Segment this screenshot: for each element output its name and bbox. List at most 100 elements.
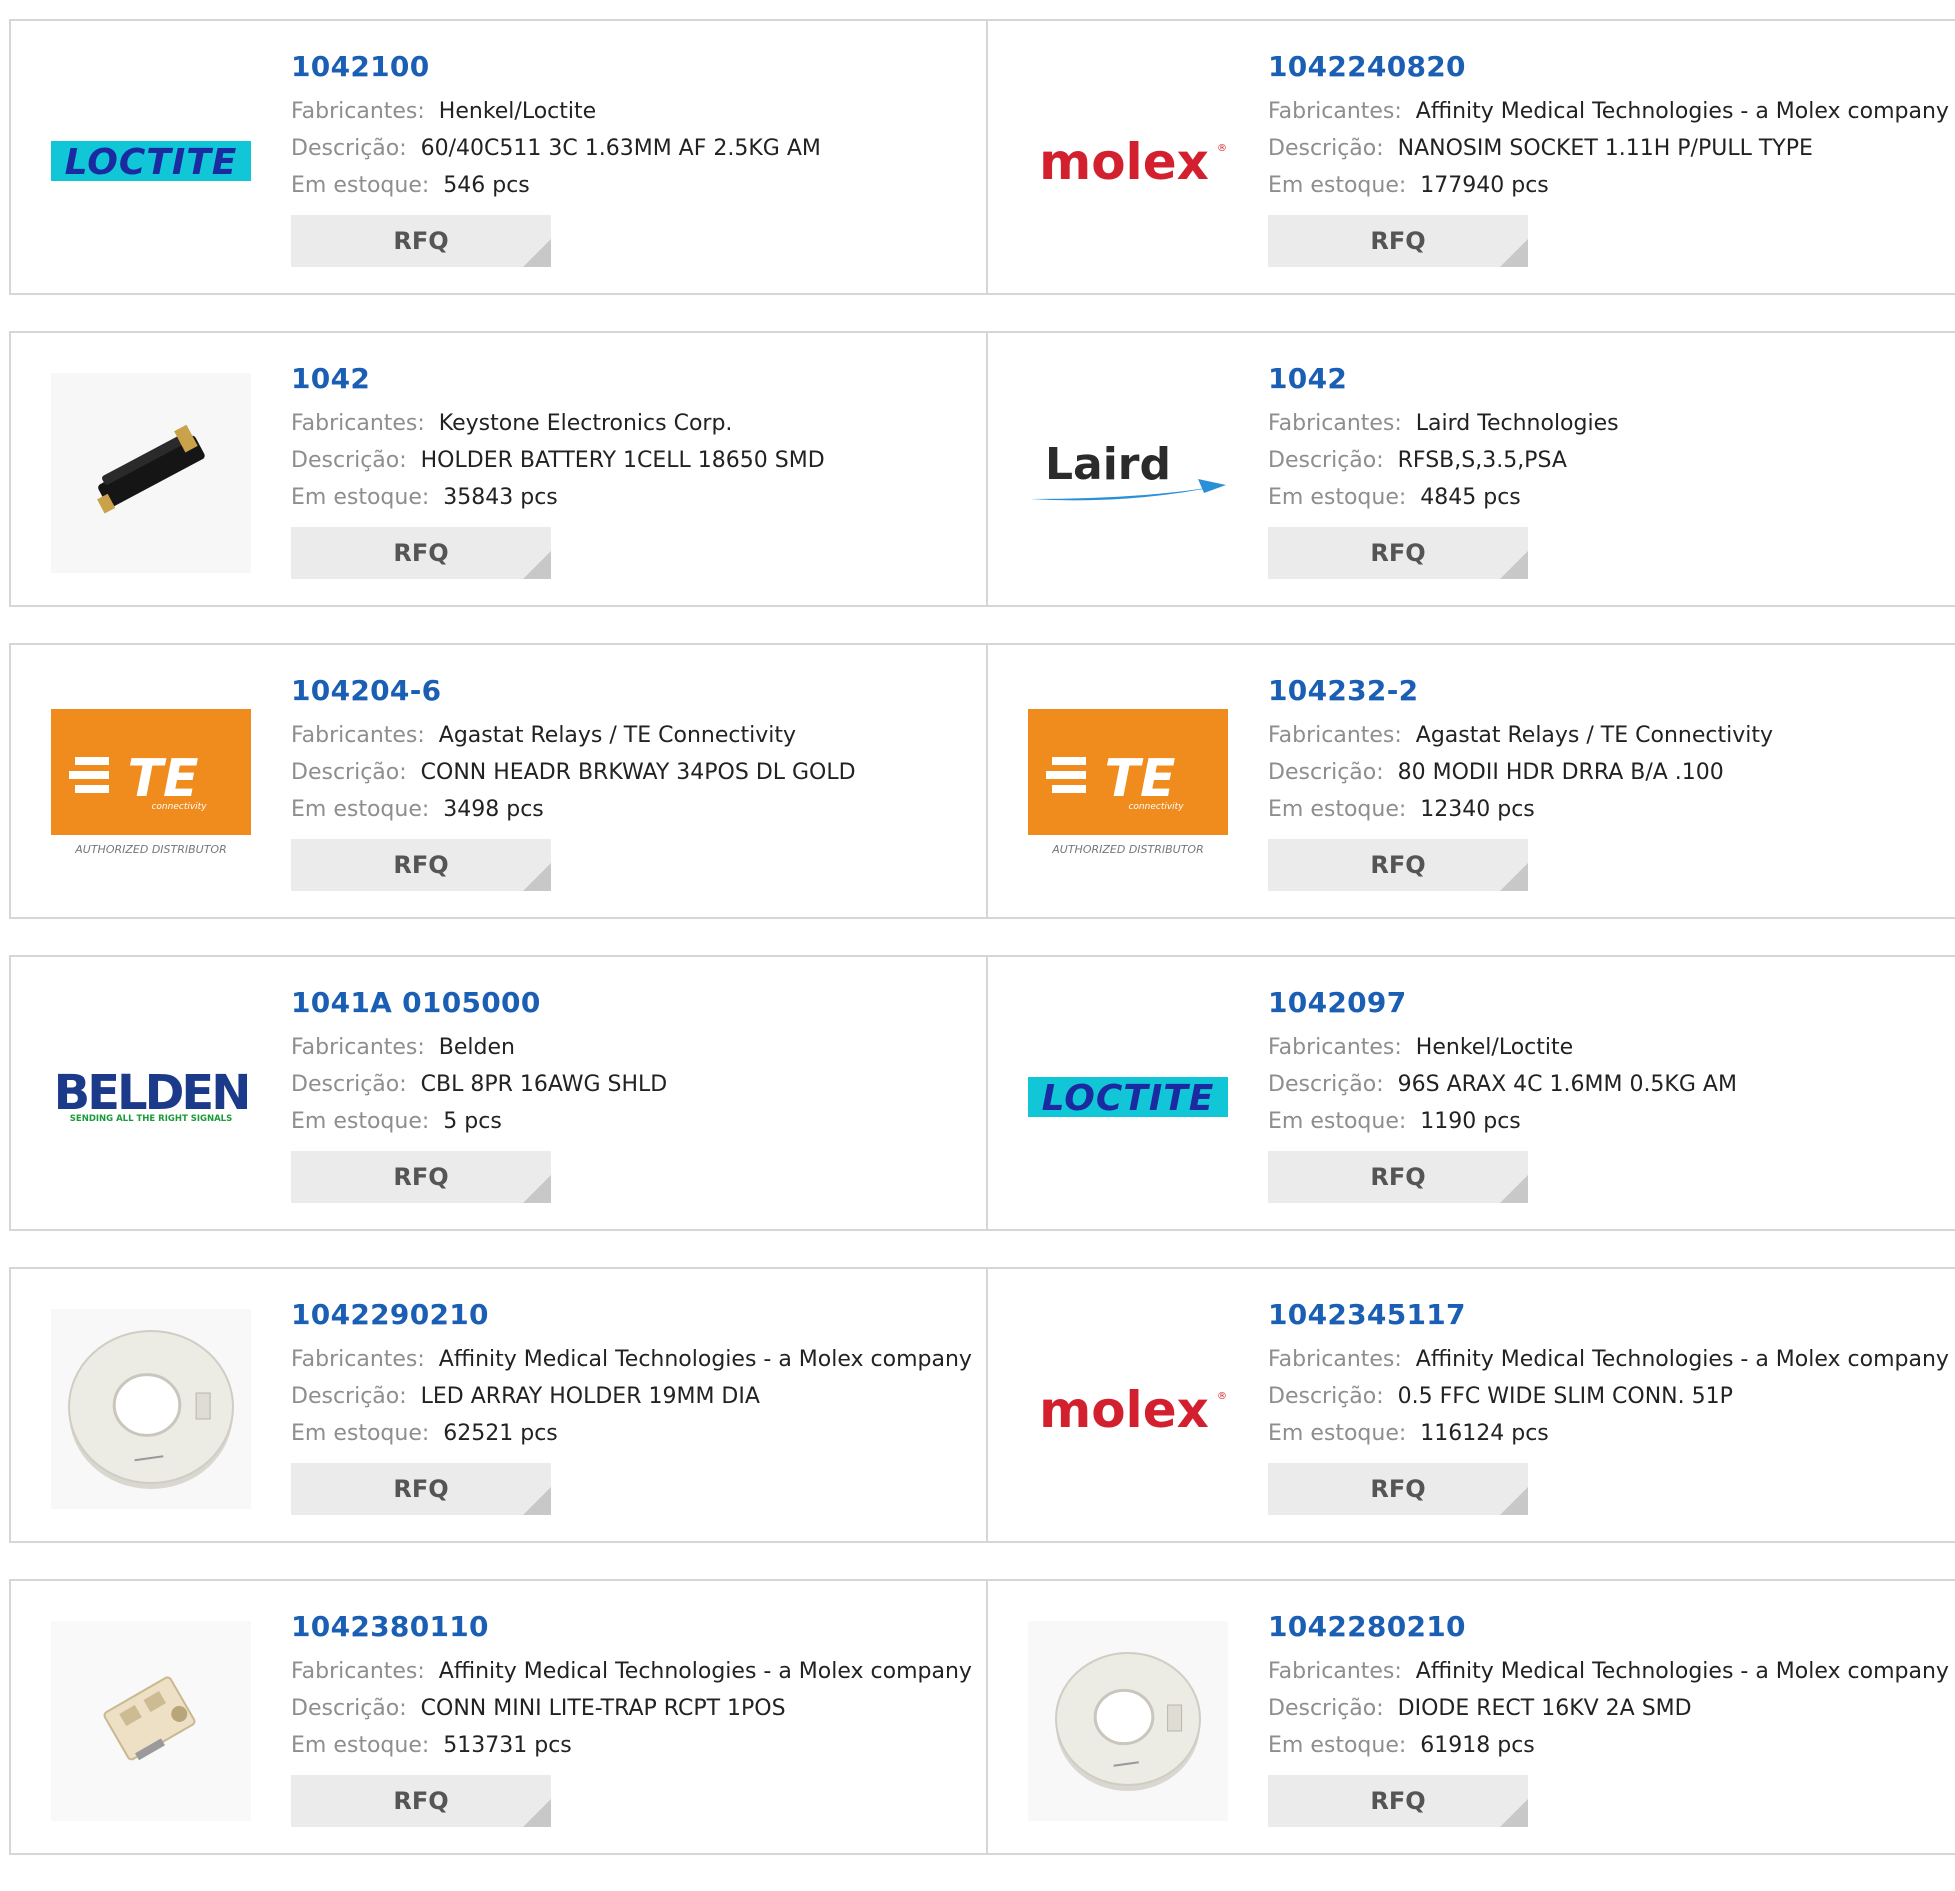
product-image[interactable]: BELDEN SENDING ALL THE RIGHT SIGNALS: [51, 997, 251, 1197]
stock-label: Em estoque:: [291, 1109, 430, 1134]
rfq-button[interactable]: RFQ: [1268, 1151, 1528, 1203]
manufacturer-line: Fabricantes: Henkel/Loctite: [291, 93, 976, 130]
product-image[interactable]: TE connectivity AUTHORIZED DISTRIBUTOR: [1028, 685, 1228, 885]
corner-fold-icon: [523, 551, 551, 579]
manufacturer-value: Affinity Medical Technologies - a Molex …: [1415, 99, 1949, 124]
manufacturer-value: Agastat Relays / TE Connectivity: [1415, 723, 1773, 748]
rfq-label: RFQ: [393, 851, 449, 879]
part-number-link[interactable]: 1042097: [1268, 985, 1945, 1029]
stock-value: 62521 pcs: [443, 1421, 558, 1446]
product-row: 1042290210 Fabricantes: Affinity Medical …: [9, 1267, 1955, 1543]
rfq-label: RFQ: [393, 1475, 449, 1503]
rfq-label: RFQ: [1370, 851, 1426, 879]
stock-label: Em estoque:: [291, 173, 430, 198]
part-number-link[interactable]: 1042100: [291, 49, 976, 93]
part-number-link[interactable]: 1042280210: [1268, 1609, 1945, 1653]
product-image[interactable]: Laird: [1028, 373, 1228, 573]
rfq-button[interactable]: RFQ: [1268, 215, 1528, 267]
product-info: 1042 Fabricantes: Laird Technologies Desc…: [1268, 361, 1945, 579]
description-value: 0.5 FFC WIDE SLIM CONN. 51P: [1397, 1384, 1733, 1409]
description-label: Descrição:: [1268, 1072, 1384, 1097]
product-image[interactable]: [1028, 1621, 1228, 1821]
part-number-link[interactable]: 1042290210: [291, 1297, 976, 1341]
product-image[interactable]: molex ®: [1028, 1309, 1228, 1509]
product-image[interactable]: [51, 1309, 251, 1509]
part-number-link[interactable]: 1042: [1268, 361, 1945, 405]
rfq-button[interactable]: RFQ: [291, 527, 551, 579]
part-number-link[interactable]: 1042: [291, 361, 976, 405]
stock-line: Em estoque: 4845 pcs: [1268, 479, 1945, 516]
product-image[interactable]: molex ®: [1028, 61, 1228, 261]
description-label: Descrição:: [1268, 1384, 1384, 1409]
manufacturer-line: Fabricantes: Affinity Medical Technologie…: [1268, 1653, 1949, 1690]
rfq-button[interactable]: RFQ: [1268, 527, 1528, 579]
product-image[interactable]: [51, 373, 251, 573]
stock-label: Em estoque:: [1268, 1733, 1407, 1758]
manufacturer-label: Fabricantes:: [291, 723, 425, 748]
rfq-button[interactable]: RFQ: [291, 215, 551, 267]
te-logo: TE connectivity AUTHORIZED DISTRIBUTOR: [1028, 709, 1228, 856]
part-number-link[interactable]: 1042380110: [291, 1609, 976, 1653]
manufacturer-line: Fabricantes: Agastat Relays / TE Connecti…: [1268, 717, 1945, 754]
manufacturer-label: Fabricantes:: [1268, 99, 1402, 124]
svg-text:®: ®: [1217, 1391, 1227, 1402]
rfq-button[interactable]: RFQ: [1268, 839, 1528, 891]
stock-value: 3498 pcs: [443, 797, 544, 822]
description-value: 80 MODII HDR DRRA B/A .100: [1397, 760, 1724, 785]
rfq-label: RFQ: [1370, 1787, 1426, 1815]
manufacturer-label: Fabricantes:: [1268, 1659, 1402, 1684]
corner-fold-icon: [523, 1175, 551, 1203]
loctite-logo: LOCTITE: [51, 141, 251, 183]
corner-fold-icon: [523, 1487, 551, 1515]
rfq-button[interactable]: RFQ: [291, 1463, 551, 1515]
product-image[interactable]: LOCTITE: [51, 61, 251, 261]
product-image[interactable]: [51, 1621, 251, 1821]
manufacturer-label: Fabricantes:: [291, 1347, 425, 1372]
corner-fold-icon: [1500, 239, 1528, 267]
description-value: CONN MINI LITE-TRAP RCPT 1POS: [420, 1696, 786, 1721]
stock-line: Em estoque: 12340 pcs: [1268, 791, 1945, 828]
svg-text:Laird: Laird: [1045, 439, 1171, 490]
product-image[interactable]: LOCTITE: [1028, 997, 1228, 1197]
manufacturer-line: Fabricantes: Keystone Electronics Corp.: [291, 405, 976, 442]
description-label: Descrição:: [291, 1696, 407, 1721]
description-label: Descrição:: [291, 1384, 407, 1409]
stock-label: Em estoque:: [1268, 173, 1407, 198]
part-number-link[interactable]: 1042345117: [1268, 1297, 1945, 1341]
rfq-label: RFQ: [393, 1163, 449, 1191]
rfq-button[interactable]: RFQ: [1268, 1775, 1528, 1827]
part-number-link[interactable]: 1042240820: [1268, 49, 1945, 93]
led-holder-icon: [51, 1309, 251, 1509]
stock-value: 4845 pcs: [1420, 485, 1521, 510]
rfq-button[interactable]: RFQ: [1268, 1463, 1528, 1515]
part-number-link[interactable]: 1041A 0105000: [291, 985, 976, 1029]
te-logo: TE connectivity AUTHORIZED DISTRIBUTOR: [51, 709, 251, 856]
description-label: Descrição:: [291, 760, 407, 785]
te-icon: TE connectivity AUTHORIZED DISTRIBUTOR: [51, 685, 251, 885]
product-card: Laird 1042 Fabricantes: Laird Technologie…: [986, 333, 1955, 605]
rfq-button[interactable]: RFQ: [291, 1151, 551, 1203]
belden-icon: BELDEN SENDING ALL THE RIGHT SIGNALS: [51, 997, 251, 1197]
connector-icon: [51, 1621, 251, 1821]
product-image[interactable]: TE connectivity AUTHORIZED DISTRIBUTOR: [51, 685, 251, 885]
description-line: Descrição: CONN HEADR BRKWAY 34POS DL GOL…: [291, 754, 976, 791]
loctite-logo: LOCTITE: [1028, 1077, 1228, 1119]
loctite-icon: LOCTITE: [51, 61, 251, 261]
manufacturer-label: Fabricantes:: [291, 1035, 425, 1060]
product-card: molex ® 1042345117 Fabricantes: Affinity …: [986, 1269, 1955, 1541]
rfq-button[interactable]: RFQ: [291, 1775, 551, 1827]
part-number-link[interactable]: 104232-2: [1268, 673, 1945, 717]
description-value: NANOSIM SOCKET 1.11H P/PULL TYPE: [1397, 136, 1813, 161]
product-card: 1042 Fabricantes: Keystone Electronics Co…: [11, 333, 986, 605]
corner-fold-icon: [1500, 1487, 1528, 1515]
part-number-link[interactable]: 104204-6: [291, 673, 976, 717]
svg-text:molex: molex: [1039, 133, 1209, 191]
manufacturer-value: Keystone Electronics Corp.: [438, 411, 733, 436]
stock-value: 12340 pcs: [1420, 797, 1535, 822]
manufacturer-value: Affinity Medical Technologies - a Molex …: [1415, 1659, 1949, 1684]
svg-text:connectivity: connectivity: [1128, 802, 1184, 812]
stock-value: 546 pcs: [443, 173, 530, 198]
product-info: 1042 Fabricantes: Keystone Electronics Co…: [291, 361, 976, 579]
rfq-button[interactable]: RFQ: [291, 839, 551, 891]
manufacturer-value: Affinity Medical Technologies - a Molex …: [438, 1347, 972, 1372]
